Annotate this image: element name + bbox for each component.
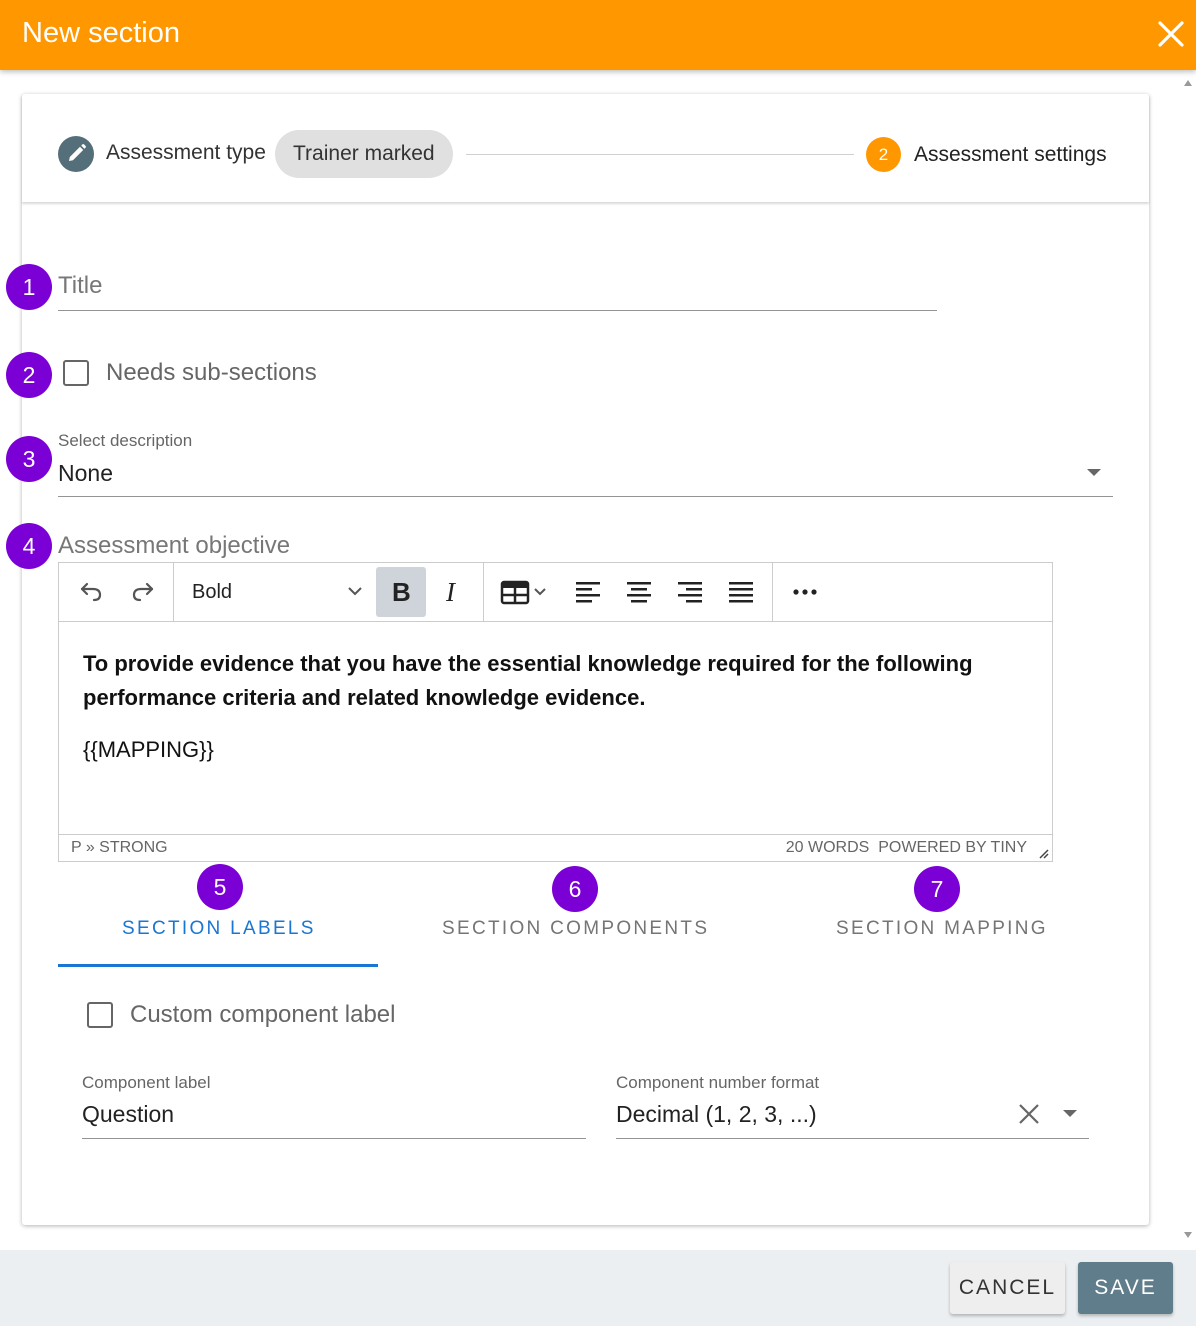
title-input[interactable]: Title: [58, 272, 102, 300]
toolbar-divider: [772, 563, 773, 621]
step-assessment-settings-label[interactable]: Assessment settings: [914, 143, 1107, 167]
needs-subsections-checkbox[interactable]: [63, 360, 89, 386]
description-select[interactable]: None: [58, 460, 113, 487]
description-select-label: Select description: [58, 431, 193, 450]
dialog-header: New section: [0, 0, 1196, 70]
component-label-underline: [82, 1138, 586, 1139]
chevron-down-icon[interactable]: [1063, 1110, 1077, 1117]
step-number-badge: 2: [866, 137, 901, 172]
save-button[interactable]: SAVE: [1078, 1262, 1173, 1314]
undo-icon[interactable]: [69, 567, 113, 617]
toolbar-divider: [173, 563, 174, 621]
dialog-title: New section: [22, 17, 180, 49]
toolbar-divider: [483, 563, 484, 621]
editor-mapping-placeholder: {{MAPPING}}: [83, 737, 214, 762]
title-underline: [58, 310, 937, 311]
italic-button[interactable]: I: [429, 567, 475, 617]
clear-icon[interactable]: [1016, 1101, 1042, 1127]
scrollbar[interactable]: [1180, 70, 1196, 1250]
annotation-badge: 5: [197, 864, 243, 910]
chevron-down-icon: [346, 567, 364, 636]
component-label-input[interactable]: Question: [82, 1101, 174, 1128]
editor-toolbar: Bold B I: [59, 563, 1052, 622]
svg-text:I: I: [445, 578, 457, 606]
editor-content[interactable]: To provide evidence that you have the es…: [83, 647, 1023, 763]
block-format-select[interactable]: Bold: [192, 567, 372, 617]
bold-button[interactable]: B: [376, 567, 426, 617]
pencil-icon[interactable]: [58, 136, 94, 172]
description-underline: [58, 496, 1113, 497]
editor-statusbar: P » STRONG 20 WORDS POWERED BY TINY: [59, 834, 1052, 861]
number-format-underline: [616, 1138, 1089, 1139]
active-tab-indicator: [58, 964, 378, 967]
table-icon[interactable]: [495, 567, 557, 617]
align-justify-icon[interactable]: [717, 567, 765, 617]
redo-icon[interactable]: [121, 567, 165, 617]
editor-status-info: 20 WORDS POWERED BY TINY: [786, 839, 1027, 857]
align-center-icon[interactable]: [615, 567, 663, 617]
word-count[interactable]: 20 WORDS: [786, 839, 870, 856]
number-format-caption: Component number format: [616, 1073, 820, 1092]
rich-text-editor: Bold B I To provide evidence that you ha…: [58, 562, 1053, 862]
powered-by-link[interactable]: POWERED BY TINY: [878, 839, 1027, 856]
scroll-up-icon[interactable]: [1184, 80, 1192, 86]
annotation-badge: 7: [914, 866, 960, 912]
editor-bold-text: To provide evidence that you have the es…: [83, 651, 973, 710]
assessment-type-chip: Trainer marked: [275, 130, 453, 178]
chevron-down-icon[interactable]: [1087, 469, 1101, 476]
block-format-value: Bold: [192, 581, 233, 603]
tab-section-labels[interactable]: SECTION LABELS: [122, 918, 316, 940]
annotation-badge: 4: [6, 523, 52, 569]
tab-section-components[interactable]: SECTION COMPONENTS: [442, 918, 709, 940]
annotation-badge: 1: [6, 264, 52, 310]
objective-label: Assessment objective: [58, 532, 291, 559]
custom-component-label-text[interactable]: Custom component label: [130, 1001, 395, 1029]
annotation-badge: 2: [6, 352, 52, 398]
tab-section-mapping[interactable]: SECTION MAPPING: [836, 918, 1048, 940]
close-icon[interactable]: [1156, 17, 1186, 51]
needs-subsections-label[interactable]: Needs sub-sections: [106, 359, 317, 387]
cancel-button[interactable]: CANCEL: [950, 1262, 1065, 1314]
custom-component-label-checkbox[interactable]: [87, 1002, 113, 1028]
resize-handle-icon[interactable]: [1037, 846, 1049, 859]
align-right-icon[interactable]: [666, 567, 714, 617]
annotation-badge: 3: [6, 436, 52, 482]
align-left-icon[interactable]: [564, 567, 612, 617]
svg-text:B: B: [392, 578, 411, 606]
element-path[interactable]: P » STRONG: [71, 839, 168, 857]
component-label-caption: Component label: [82, 1073, 211, 1092]
scroll-down-icon[interactable]: [1184, 1232, 1192, 1238]
number-format-select[interactable]: Decimal (1, 2, 3, ...): [616, 1101, 817, 1128]
step-assessment-type-label[interactable]: Assessment type: [106, 141, 266, 165]
dialog-footer: CANCEL SAVE: [0, 1250, 1196, 1326]
more-options-icon[interactable]: [781, 567, 829, 617]
stepper-divider: [466, 154, 854, 155]
stepper: Assessment type Trainer marked 2 Assessm…: [22, 94, 1149, 202]
annotation-badge: 6: [552, 866, 598, 912]
